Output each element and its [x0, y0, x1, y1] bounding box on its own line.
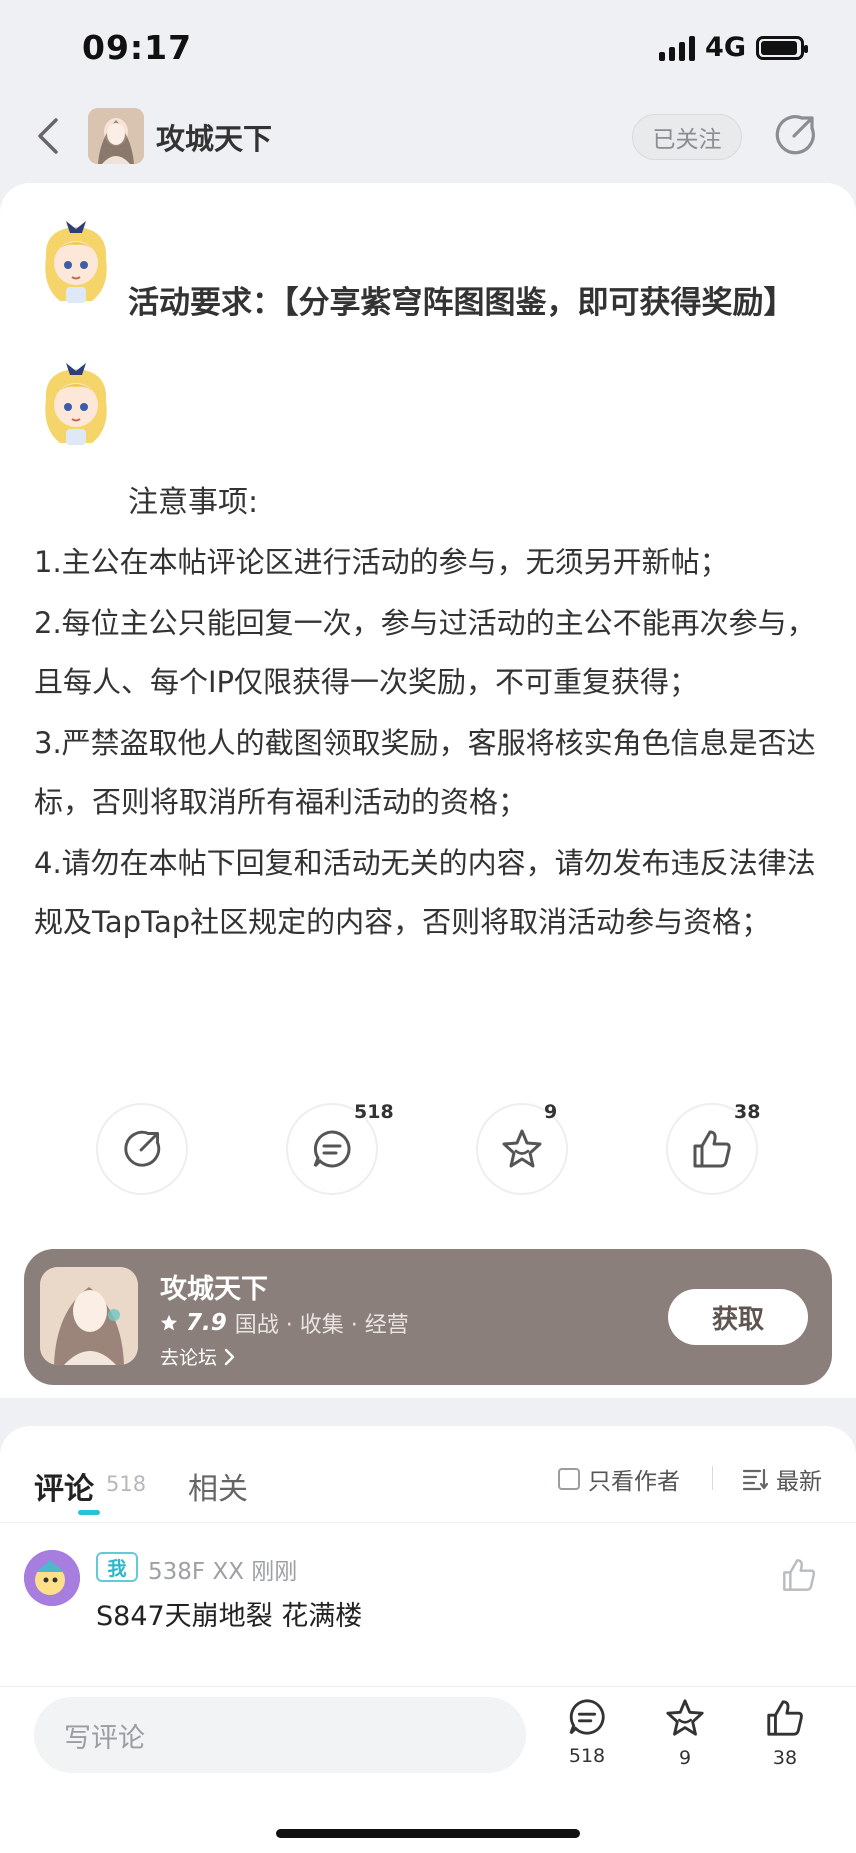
- app-name: 攻城天下: [160, 1274, 268, 1305]
- bottom-like-button[interactable]: 38: [750, 1697, 820, 1769]
- share-icon: [124, 1130, 161, 1167]
- bottom-favorite-count: 9: [678, 1747, 692, 1769]
- comment-button[interactable]: 518: [286, 1101, 394, 1195]
- mascot-sticker: [45, 363, 107, 445]
- comment-icon: [569, 1699, 605, 1735]
- checkbox-icon: [558, 1468, 580, 1490]
- tab-related[interactable]: 相关: [188, 1464, 248, 1508]
- activity-requirement: 活动要求：【分享紫穹阵图图鉴，即可获得奖励】: [128, 285, 795, 321]
- battery-icon: [756, 35, 808, 60]
- share-button[interactable]: [96, 1103, 188, 1195]
- divider: [712, 1466, 713, 1490]
- post-actions: 518 9 38: [0, 1101, 856, 1203]
- app-meta: 7.9 国战 · 收集 · 经营: [160, 1307, 409, 1339]
- rule-item: 3.严禁盗取他人的截图领取奖励，客服将核实角色信息是否达标，否则将取消所有福利活…: [34, 726, 816, 819]
- post-content: 活动要求：【分享紫穹阵图图鉴，即可获得奖励】 注意事项: 1.主公在本帖评论区进…: [0, 183, 856, 1398]
- only-author-label: 只看作者: [588, 1469, 680, 1495]
- forum-title: 攻城天下: [156, 122, 273, 156]
- avatar[interactable]: [24, 1550, 80, 1606]
- rule-item: 2.每位主公只能回复一次，参与过活动的主公不能再次参与，且每人、每个IP仅限获得…: [34, 606, 816, 699]
- comment-count: 518: [354, 1101, 394, 1123]
- bottom-comment-button[interactable]: 518: [552, 1697, 622, 1767]
- forum-link-label: 去论坛: [160, 1347, 218, 1369]
- app-tags: 国战 · 收集 · 经营: [234, 1313, 409, 1338]
- rule-item: 1.主公在本帖评论区进行活动的参与，无须另开新帖；: [34, 545, 729, 579]
- favorite-button[interactable]: 9: [476, 1101, 568, 1195]
- rule-item: 4.请勿在本帖下回复和活动无关的内容，请勿发布违反法律法规及TapTap社区规定…: [34, 846, 816, 939]
- rating-star-icon: [160, 1314, 178, 1331]
- bottom-like-count: 38: [772, 1747, 798, 1769]
- sort-icon: [742, 1468, 768, 1491]
- star-icon: [502, 1129, 542, 1168]
- share-icon[interactable]: [772, 112, 818, 158]
- bottom-favorite-button[interactable]: 9: [650, 1697, 720, 1769]
- me-badge: 我: [96, 1552, 138, 1582]
- divider: [0, 1522, 856, 1523]
- tab-comments[interactable]: 评论: [34, 1464, 94, 1508]
- signal-icon: [659, 35, 696, 61]
- star-icon: [666, 1699, 704, 1736]
- chevron-right-icon: [224, 1348, 235, 1365]
- comment-meta: 538F XX 刚刚: [148, 1559, 298, 1585]
- active-tab-indicator: [78, 1510, 100, 1515]
- home-indicator[interactable]: [276, 1829, 580, 1838]
- status-bar: 09:17 4G: [0, 0, 856, 95]
- chevron-left-icon[interactable]: [28, 114, 72, 158]
- only-author-filter[interactable]: 只看作者: [558, 1462, 680, 1496]
- thumbs-up-icon: [767, 1700, 803, 1736]
- comment-text: S847天崩地裂 花满楼: [96, 1601, 363, 1632]
- get-app-button[interactable]: 获取: [668, 1289, 808, 1345]
- bottom-bar: 写评论 518 9 38: [0, 1686, 856, 1853]
- sort-label: 最新: [776, 1469, 822, 1495]
- thumbs-up-icon[interactable]: [780, 1556, 818, 1594]
- bottom-comment-count: 518: [568, 1745, 606, 1767]
- app-score: 7.9: [186, 1310, 227, 1336]
- thumbs-up-icon: [693, 1130, 731, 1168]
- status-time: 09:17: [82, 28, 193, 67]
- favorite-count: 9: [544, 1101, 558, 1123]
- follow-button[interactable]: 已关注: [632, 114, 742, 160]
- network-type: 4G: [705, 32, 746, 63]
- like-button[interactable]: 38: [666, 1101, 761, 1195]
- app-card[interactable]: 攻城天下 7.9 国战 · 收集 · 经营 去论坛 获取: [24, 1249, 832, 1385]
- like-count: 38: [734, 1101, 761, 1123]
- comment-icon: [313, 1130, 351, 1168]
- sort-button[interactable]: 最新: [742, 1462, 822, 1496]
- rules-list: 1.主公在本帖评论区进行活动的参与，无须另开新帖； 2.每位主公只能回复一次，参…: [34, 533, 824, 954]
- comment-input[interactable]: 写评论: [34, 1697, 526, 1773]
- forum-link[interactable]: 去论坛: [160, 1343, 235, 1370]
- top-nav: 攻城天下 已关注: [0, 100, 856, 180]
- notice-title: 注意事项:: [128, 485, 259, 520]
- app-icon: [40, 1267, 138, 1365]
- comments-section: 评论 518 相关 只看作者 最新 我 538F XX 刚刚 S847天崩地裂 …: [0, 1426, 856, 1686]
- tab-comments-count: 518: [106, 1472, 147, 1496]
- status-indicators: 4G: [659, 32, 808, 63]
- forum-avatar[interactable]: [88, 108, 144, 164]
